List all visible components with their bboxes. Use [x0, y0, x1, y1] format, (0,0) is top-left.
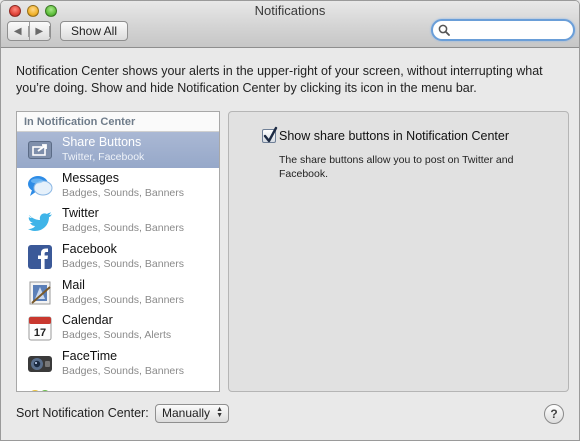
- facetime-icon: [28, 356, 52, 373]
- app-name: Calendar: [62, 313, 113, 328]
- back-button[interactable]: ◀: [8, 22, 30, 40]
- calendar-icon: 17: [28, 316, 52, 341]
- list-item-game-center[interactable]: [17, 382, 219, 391]
- list-item-twitter[interactable]: Twitter Badges, Sounds, Banners: [17, 203, 219, 239]
- facebook-icon: [28, 245, 52, 270]
- list-item-messages[interactable]: Messages Badges, Sounds, Banners: [17, 168, 219, 204]
- search-icon: [438, 24, 450, 36]
- show-share-buttons-checkbox[interactable]: [262, 126, 278, 143]
- updown-chevron-icon: ▲ ▼: [216, 406, 223, 419]
- list-item-facebook[interactable]: Facebook Badges, Sounds, Banners: [17, 239, 219, 275]
- list-item-share-buttons[interactable]: Share Buttons Twitter, Facebook: [17, 132, 219, 168]
- share-icon: [28, 141, 52, 159]
- sort-order-select[interactable]: Manually ▲ ▼: [155, 404, 229, 423]
- app-name: Mail: [62, 277, 85, 292]
- app-name: FaceTime: [62, 349, 118, 364]
- show-share-buttons-label[interactable]: Show share buttons in Notification Cente…: [279, 129, 509, 143]
- help-button[interactable]: ?: [544, 404, 564, 424]
- mail-icon: [29, 281, 51, 305]
- checkmark-icon: [263, 126, 278, 143]
- left-arrow-icon: ◀: [8, 25, 29, 37]
- app-alert-style: Badges, Sounds, Banners: [62, 293, 185, 306]
- share-buttons-description: The share buttons allow you to post on T…: [279, 154, 514, 180]
- right-arrow-icon: ▶: [30, 25, 50, 37]
- intro-text: Notification Center shows your alerts in…: [16, 64, 543, 95]
- title-bar: Notifications ◀ ▶ Show All: [1, 1, 579, 48]
- app-alert-style: Badges, Sounds, Banners: [62, 365, 185, 378]
- preferences-window: Notifications ◀ ▶ Show All Notification …: [0, 0, 580, 441]
- app-name: Twitter: [62, 206, 99, 221]
- app-name: Messages: [62, 170, 119, 185]
- window-title: Notifications: [254, 3, 326, 18]
- sort-label: Sort Notification Center:: [16, 406, 149, 420]
- notification-app-list: In Notification Center Share Buttons Twi…: [16, 111, 220, 392]
- search-field[interactable]: [431, 19, 575, 41]
- game-center-icon: [31, 389, 49, 391]
- app-name: Facebook: [62, 242, 117, 257]
- show-all-button[interactable]: Show All: [60, 21, 128, 41]
- app-alert-style: Badges, Sounds, Banners: [62, 222, 185, 235]
- sort-value: Manually: [162, 406, 211, 420]
- forward-button[interactable]: ▶: [30, 22, 50, 40]
- list-item-calendar[interactable]: 17 Calendar Badges, Sounds, Alerts: [17, 310, 219, 346]
- app-alert-style: Badges, Sounds, Banners: [62, 258, 185, 271]
- back-forward-control: ◀ ▶: [7, 21, 51, 41]
- list-header: In Notification Center: [17, 112, 219, 132]
- messages-icon: [28, 175, 53, 196]
- detail-pane: Show share buttons in Notification Cente…: [228, 111, 569, 392]
- app-alert-style: Twitter, Facebook: [62, 151, 145, 163]
- app-name: Share Buttons: [62, 135, 142, 149]
- list-item-mail[interactable]: Mail Badges, Sounds, Banners: [17, 275, 219, 311]
- calendar-day: 17: [34, 327, 46, 339]
- app-alert-style: Badges, Sounds, Banners: [62, 186, 185, 199]
- app-alert-style: Badges, Sounds, Alerts: [62, 329, 172, 342]
- twitter-icon: [28, 212, 52, 232]
- list-item-facetime[interactable]: FaceTime Badges, Sounds, Banners: [17, 346, 219, 382]
